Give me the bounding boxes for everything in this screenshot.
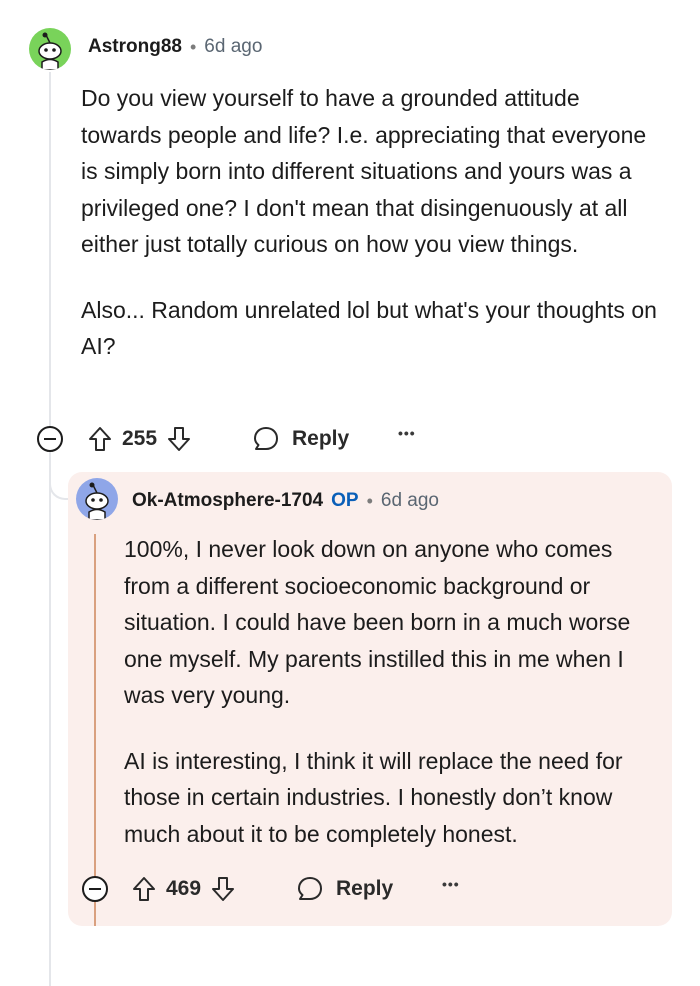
vote-group: 469 (132, 874, 235, 904)
reply-label: Reply (336, 877, 394, 900)
upvote-icon[interactable] (88, 426, 112, 452)
collapse-icon[interactable] (37, 426, 63, 452)
author-name[interactable]: Ok-Atmosphere-1704 (132, 490, 323, 512)
downvote-icon[interactable] (211, 876, 235, 902)
op-badge: OP (331, 490, 359, 511)
author-name[interactable]: Astrong88 (88, 36, 182, 58)
reply-button[interactable]: Reply (252, 424, 349, 454)
thread-line (49, 72, 51, 426)
meta-separator: • (189, 36, 197, 57)
reply-header: Ok-Atmosphere-1704 OP • 6d ago (132, 490, 439, 512)
more-options-button[interactable]: ••• (398, 425, 416, 441)
comment-bubble-icon (254, 427, 278, 450)
meta-separator: • (366, 490, 373, 511)
comment-paragraph: Also... Random unrelated lol but what's … (81, 296, 657, 360)
vote-count: 469 (166, 877, 202, 900)
op-thread-line (94, 534, 96, 926)
avatar[interactable] (29, 28, 71, 70)
comment-bubble-icon (298, 877, 322, 900)
reply-body: 100%, I never look down on anyone who co… (124, 531, 664, 852)
more-options-button[interactable]: ••• (442, 876, 460, 892)
upvote-icon[interactable] (132, 876, 156, 902)
vote-count: 255 (122, 427, 158, 450)
timestamp: 6d ago (204, 36, 263, 57)
comment-body: Do you view yourself to have a grounded … (81, 80, 661, 365)
collapse-icon[interactable] (82, 876, 108, 902)
vote-group: 255 (88, 424, 191, 454)
reply-button[interactable]: Reply (296, 874, 393, 904)
downvote-icon[interactable] (167, 426, 191, 452)
reddit-avatar-icon (85, 482, 109, 520)
timestamp: 6d ago (380, 490, 440, 511)
reply-label: Reply (292, 427, 350, 450)
reddit-avatar-icon (38, 32, 62, 70)
avatar[interactable] (76, 478, 118, 520)
thread-line-lower (49, 452, 51, 986)
reply-paragraph: AI is interesting, I think it will repla… (124, 747, 623, 847)
comment-paragraph: Do you view yourself to have a grounded … (81, 85, 647, 257)
reply-paragraph: 100%, I never look down on anyone who co… (124, 536, 631, 708)
comment-header: Astrong88 • 6d ago (88, 36, 262, 58)
